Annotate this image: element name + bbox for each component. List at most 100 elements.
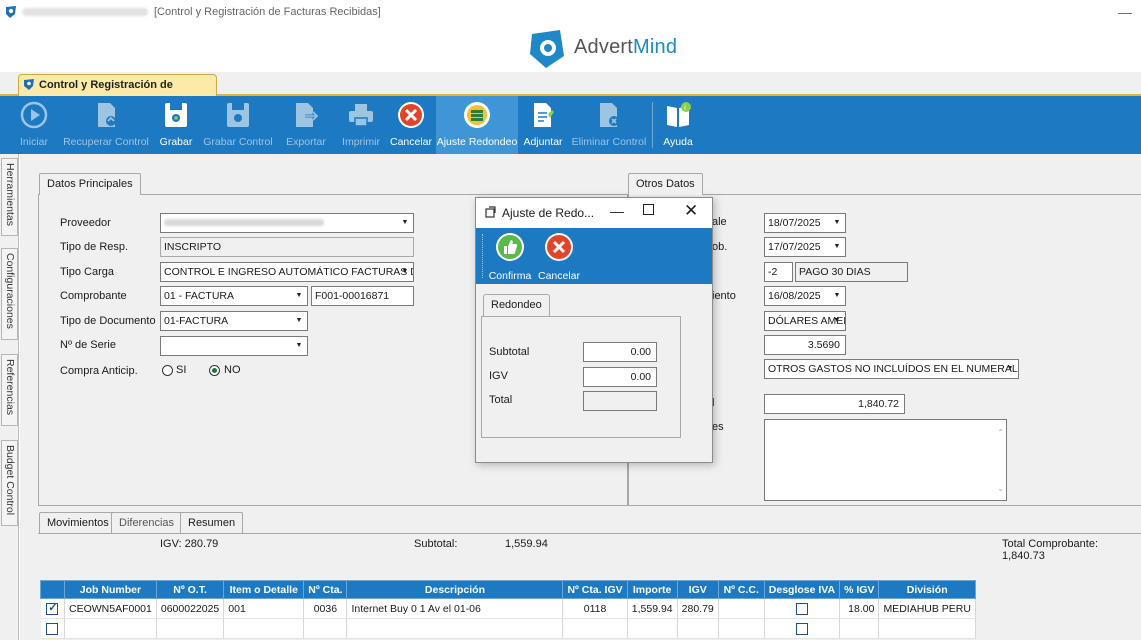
division-cell[interactable]	[878, 618, 976, 639]
importe-cell[interactable]: 1,559.94	[627, 598, 678, 619]
pct-igv-cell[interactable]: 18.00	[839, 598, 880, 619]
cc-cell[interactable]	[718, 598, 765, 619]
concepto-select[interactable]: OTROS GASTOS NO INCLUÍDOS EN EL NUMERAL …	[764, 359, 1019, 379]
grid-header-desglose[interactable]: Desglose IVA	[763, 580, 841, 599]
cc-cell[interactable]	[718, 618, 765, 639]
grid-header-cta-igv[interactable]: Nº Cta. IGV	[562, 580, 628, 599]
condicion-codigo-field[interactable]: -2	[764, 262, 793, 282]
proveedor-select[interactable]: ▼	[160, 213, 414, 233]
cta-cell[interactable]	[303, 618, 348, 639]
dialog-total-field	[583, 391, 657, 411]
summary-igv: IGV: 280.79	[160, 538, 219, 550]
cta-igv-cell[interactable]: 0118	[562, 598, 628, 619]
ot-cell[interactable]	[156, 618, 225, 639]
scroll-up-icon[interactable]: ⌃	[997, 424, 1004, 442]
toolbar-exportar-button[interactable]: Exportar	[278, 96, 334, 154]
toolbar-grabar-button[interactable]: Grabar	[156, 96, 196, 154]
row-checkbox[interactable]	[46, 622, 59, 635]
dialog-maximize-icon[interactable]	[643, 204, 654, 215]
job-number-cell[interactable]	[64, 618, 157, 639]
dialog-igv-field[interactable]: 0.00	[583, 367, 657, 387]
document-tab[interactable]: Control y Registración de Factura...	[18, 74, 217, 111]
item-cell[interactable]: 001	[223, 598, 305, 619]
toolbar-imprimir-button[interactable]: Imprimir	[338, 96, 384, 154]
toolbar-adjuntar-button[interactable]: Adjuntar	[520, 96, 566, 154]
igv-cell[interactable]: 280.79	[677, 598, 719, 619]
tab-movimientos[interactable]: Movimientos	[39, 512, 117, 534]
grid-header-cc[interactable]: Nº C.C.	[717, 580, 765, 599]
table-row[interactable]: CEOWN5AF0001 0600022025 001 0036 Interne…	[40, 598, 976, 619]
dialog-subtotal-field[interactable]: 0.00	[583, 342, 657, 362]
app-shield-icon	[6, 6, 16, 18]
dialog-minimize-icon[interactable]: —	[610, 203, 624, 219]
side-tab-configuraciones[interactable]: Configuraciones	[1, 248, 18, 340]
grid-header-job-number[interactable]: Job Number	[64, 580, 157, 599]
grid-header-pct-igv[interactable]: % IGV	[839, 580, 880, 599]
pct-igv-cell[interactable]	[839, 618, 880, 639]
desglose-cell[interactable]	[764, 618, 841, 639]
grid-header-cta[interactable]: Nº Cta.	[303, 580, 348, 599]
minimize-icon[interactable]: —	[1118, 4, 1132, 20]
row-check-cell[interactable]	[40, 618, 65, 639]
scroll-down-icon[interactable]: ⌄	[997, 480, 1004, 498]
concepto-value: OTROS GASTOS NO INCLUÍDOS EN EL NUMERAL …	[768, 363, 1019, 375]
descripcion-cell[interactable]	[346, 618, 564, 639]
fecha-vencimiento-select[interactable]: 16/08/2025 ▼	[764, 286, 846, 306]
attach-icon	[534, 103, 554, 127]
grid-header-item[interactable]: Item o Detalle	[223, 580, 305, 599]
descripcion-cell[interactable]: Internet Buy 0 1 Av el 01-06	[346, 598, 564, 619]
toolbar-grabar-control-button[interactable]: Grabar Control	[200, 96, 276, 154]
comprobante-select[interactable]: 01 - FACTURA ▼	[160, 286, 308, 306]
tab-datos-principales[interactable]: Datos Principales	[39, 173, 141, 195]
job-number-cell[interactable]: CEOWN5AF0001	[64, 598, 157, 619]
toolbar-recuperar-control-button[interactable]: Recuperar Control	[60, 96, 152, 154]
desglose-cell[interactable]	[764, 598, 841, 619]
toolbar-cancelar-button[interactable]: Cancelar	[388, 96, 434, 154]
tab-redondeo[interactable]: Redondeo	[483, 294, 550, 316]
item-cell[interactable]	[223, 618, 305, 639]
tab-otros-datos[interactable]: Otros Datos	[628, 173, 703, 195]
row-check-cell[interactable]	[40, 598, 65, 619]
grid-header-descripcion[interactable]: Descripción	[346, 580, 564, 599]
importe-cell[interactable]	[627, 618, 678, 639]
serie-select[interactable]: ▼	[160, 336, 308, 356]
desglose-checkbox[interactable]	[795, 602, 808, 615]
grid-header-ot[interactable]: Nº O.T.	[155, 580, 225, 599]
row-checkbox[interactable]	[46, 601, 59, 615]
desglose-checkbox[interactable]	[795, 622, 808, 635]
side-tab-herramientas[interactable]: Herramientas	[1, 158, 18, 236]
tipo-carga-select[interactable]: CONTROL E INGRESO AUTOMÁTICO FACTURAS DE…	[160, 262, 414, 282]
moneda-select[interactable]: DÓLARES AMEI ▼	[764, 311, 846, 331]
grid-header-importe[interactable]: Importe	[626, 580, 678, 599]
cta-igv-cell[interactable]	[562, 618, 628, 639]
dialog-confirma-button[interactable]: Confirma	[488, 228, 532, 284]
compra-no-radio[interactable]	[209, 365, 220, 376]
division-cell[interactable]: MEDIAHUB PERU	[878, 598, 976, 619]
toolbar-ayuda-button[interactable]: i Ayuda	[658, 96, 698, 154]
toolbar-ajuste-redondeo-button[interactable]: Ajuste Redondeo	[436, 96, 518, 154]
tipo-documento-select[interactable]: 01-FACTURA ▼	[160, 311, 308, 331]
table-row[interactable]	[40, 618, 976, 639]
dialog-cancelar-button[interactable]: Cancelar	[536, 228, 582, 284]
grid-header-division[interactable]: División	[878, 580, 976, 599]
compra-si-radio[interactable]	[162, 365, 173, 376]
side-tab-referencias[interactable]: Referencias	[1, 354, 18, 426]
tipo-cambio-field[interactable]: 3.5690	[764, 335, 846, 355]
side-tab-budget-control[interactable]: Budget Control	[1, 440, 18, 526]
fecha-recepcion-select[interactable]: 17/07/2025 ▼	[764, 237, 846, 257]
toolbar-iniciar-button[interactable]: Iniciar	[14, 96, 54, 154]
tab-diferencias[interactable]: Diferencias	[111, 512, 183, 534]
grid-header-igv[interactable]: IGV	[676, 580, 719, 599]
dialog-close-icon[interactable]: ✕	[684, 201, 698, 221]
comprobante-label: Comprobante	[60, 290, 127, 302]
igv-cell[interactable]	[677, 618, 719, 639]
print-icon	[349, 104, 373, 127]
ot-cell[interactable]: 0600022025	[156, 598, 225, 619]
fecha-emision-select[interactable]: 18/07/2025 ▼	[764, 213, 846, 233]
observaciones-textarea[interactable]: ⌃ ⌄	[764, 419, 1007, 501]
comprobante-number-field[interactable]: F001-00016871	[311, 286, 414, 306]
cta-cell[interactable]: 0036	[303, 598, 348, 619]
tab-resumen[interactable]: Resumen	[180, 512, 244, 534]
total-field[interactable]: 1,840.72	[764, 394, 905, 414]
toolbar-eliminar-control-button[interactable]: Eliminar Control	[570, 96, 648, 154]
